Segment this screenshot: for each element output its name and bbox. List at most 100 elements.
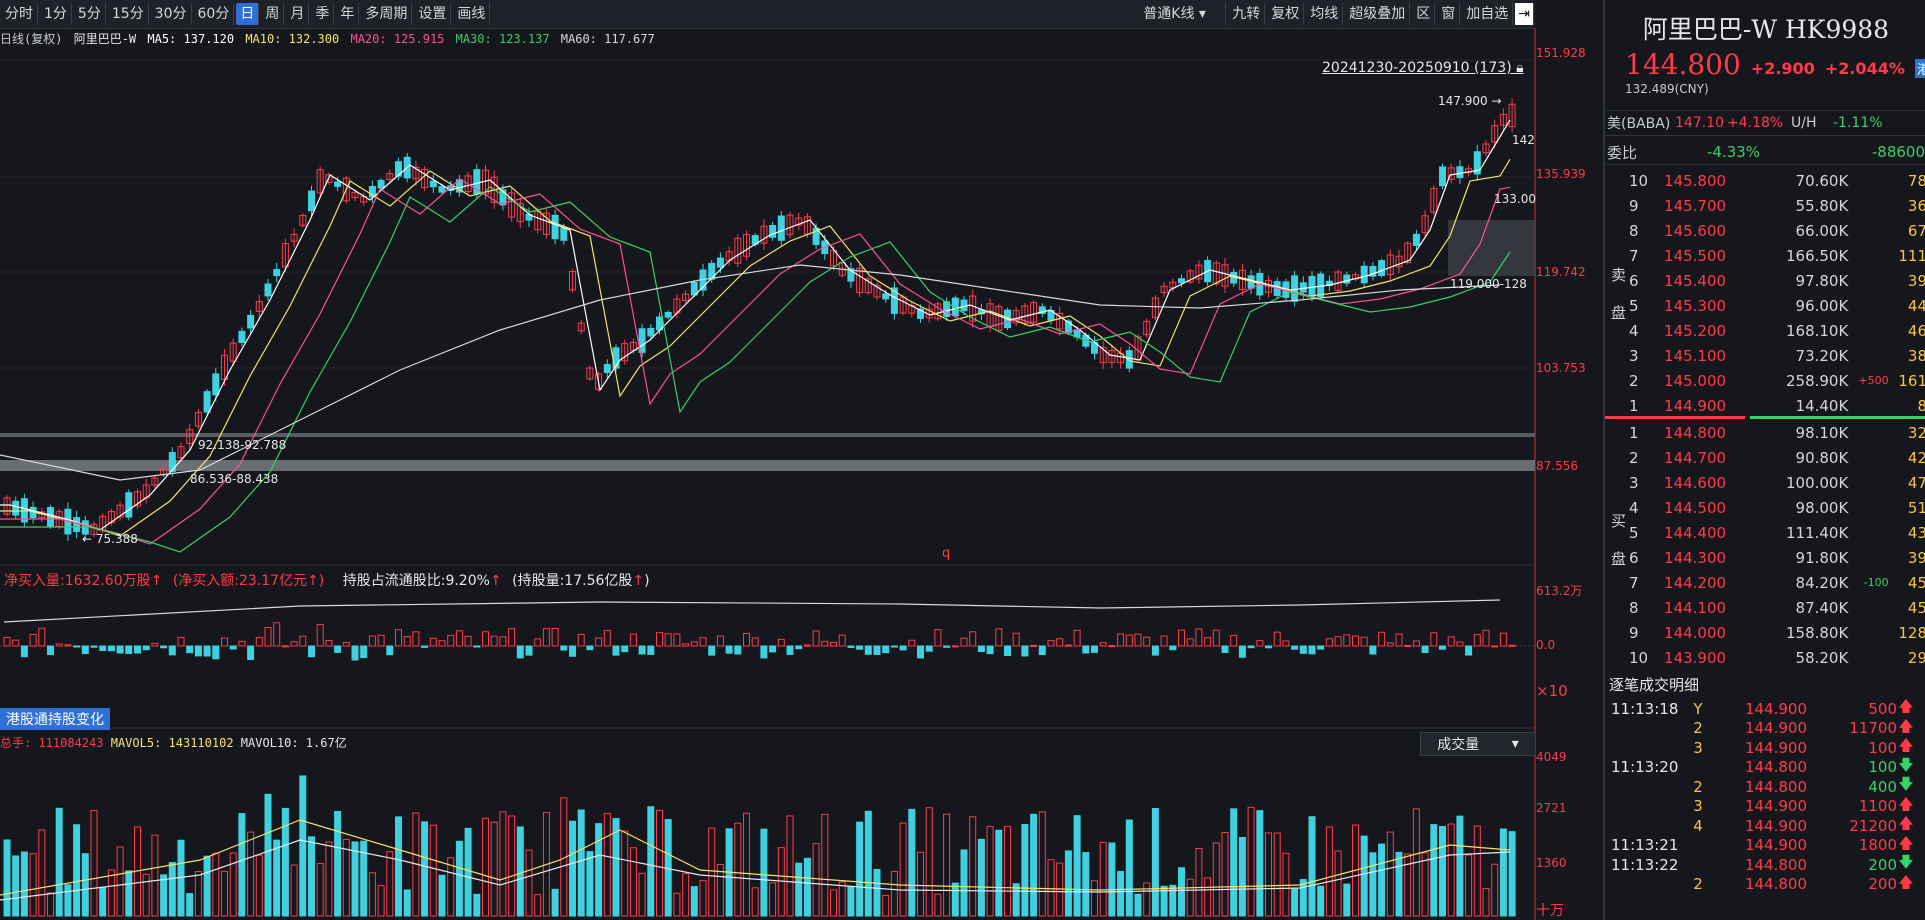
level-volume: 55.80K bbox=[1795, 196, 1849, 215]
order-book-row[interactable]: 4 144.500 98.00K 51 bbox=[1605, 495, 1925, 520]
volume-bar bbox=[656, 809, 663, 917]
order-book-row[interactable]: 9 144.000 158.80K 128 bbox=[1605, 620, 1925, 645]
flow-bar bbox=[1056, 638, 1064, 647]
flow-bar bbox=[638, 645, 646, 655]
candle bbox=[1178, 278, 1185, 284]
volume-bar bbox=[342, 838, 350, 917]
flow-bar bbox=[534, 638, 542, 647]
range-box-label: 119.000-128 bbox=[1450, 277, 1527, 291]
low-mark: ← 75.388 bbox=[82, 532, 138, 546]
order-book-row[interactable]: 6 144.300 91.80K 39 bbox=[1605, 545, 1925, 570]
tick-price: 144.900 bbox=[1744, 797, 1807, 815]
candle bbox=[647, 327, 655, 337]
flow-bar bbox=[864, 645, 872, 655]
flow-bar bbox=[873, 645, 881, 655]
order-book-row[interactable]: 8 145.600 66.00K 67 bbox=[1605, 218, 1925, 243]
hk-connect-tag[interactable]: 港股通持股变化 bbox=[0, 708, 110, 730]
flow-y-top: 613.2万 bbox=[1536, 584, 1583, 598]
level-orders: 44 bbox=[1907, 296, 1925, 315]
up-arrow-icon: ↑ bbox=[489, 573, 502, 589]
order-book-row[interactable]: 10 145.800 70.60K 78 bbox=[1605, 168, 1925, 193]
order-book-row[interactable]: 3 145.100 73.20K 38 bbox=[1605, 343, 1925, 368]
candle bbox=[1439, 166, 1446, 187]
order-book-row[interactable]: 3 144.600 100.00K 47 bbox=[1605, 470, 1925, 495]
flow-bar bbox=[629, 633, 637, 647]
order-book-row[interactable]: 5 144.400 111.40K 43 bbox=[1605, 520, 1925, 545]
flow-bar bbox=[1360, 636, 1368, 647]
volume-bar bbox=[1064, 850, 1072, 917]
level-price: 144.300 bbox=[1664, 548, 1727, 567]
order-book-row[interactable]: 2 144.700 90.80K 42 bbox=[1605, 445, 1925, 470]
flow-bar bbox=[499, 636, 507, 647]
flow-bar bbox=[421, 645, 429, 648]
flow-bar bbox=[47, 645, 54, 656]
level-orders: 51 bbox=[1907, 498, 1925, 517]
flow-bar bbox=[38, 627, 46, 647]
order-book-row[interactable]: 1 144.800 98.10K 32 bbox=[1605, 420, 1925, 445]
buy-label-2: 盘 bbox=[1611, 550, 1627, 568]
volume-bar bbox=[1117, 870, 1125, 917]
tick-seq: 4 bbox=[1693, 816, 1703, 835]
chart-area[interactable]: 分时 1分 5分 15分 30分 60分日周月季年多周期 设置 画线 普通K线 ▾ 九转 复权均… bbox=[0, 0, 1602, 920]
flow-bar bbox=[925, 645, 933, 652]
mavol5-line bbox=[0, 819, 1511, 896]
flow-bar bbox=[281, 645, 289, 648]
level-orders: 47 bbox=[1907, 473, 1925, 492]
order-book-row[interactable]: 6 145.400 97.80K 39 bbox=[1605, 268, 1925, 293]
order-book-row[interactable]: 10 143.900 58.20K 29 bbox=[1605, 645, 1925, 670]
order-book-row[interactable]: 1 144.900 14.40K 8 bbox=[1605, 393, 1925, 418]
level-price: 144.500 bbox=[1664, 498, 1727, 517]
volume-bar bbox=[969, 816, 977, 917]
level-price: 144.400 bbox=[1664, 523, 1727, 542]
flow-bar bbox=[1082, 645, 1090, 654]
wb-pct: -4.33% bbox=[1707, 143, 1761, 161]
flow-bar bbox=[1204, 637, 1212, 647]
level-price: 143.900 bbox=[1664, 648, 1727, 667]
candle bbox=[716, 257, 724, 268]
price-change: +2.900 bbox=[1750, 59, 1815, 78]
volume-bar bbox=[847, 885, 855, 917]
volume-bar bbox=[482, 817, 489, 917]
order-book-row[interactable]: 9 145.700 55.80K 36 bbox=[1605, 193, 1925, 218]
indicator-selector[interactable]: 成交量 ▾ bbox=[1420, 732, 1536, 756]
flow-bar bbox=[1369, 645, 1377, 655]
flow-bar bbox=[395, 629, 402, 647]
flow-bar bbox=[716, 635, 724, 647]
volume-bar bbox=[160, 874, 168, 917]
flow-bar bbox=[1004, 645, 1011, 657]
flow-bar bbox=[1395, 633, 1403, 647]
volume-bar bbox=[1386, 831, 1394, 917]
flow-bar bbox=[1117, 633, 1125, 647]
order-book-row[interactable]: 4 145.200 168.10K 46 bbox=[1605, 318, 1925, 343]
flow-bar bbox=[1143, 636, 1151, 647]
volume-bar bbox=[760, 828, 768, 917]
order-book-row[interactable]: 7 144.200 84.20K -100 45 bbox=[1605, 570, 1925, 595]
flow-bar bbox=[12, 639, 20, 647]
level-orders: 32 bbox=[1907, 423, 1925, 442]
flow-bar bbox=[1465, 645, 1473, 656]
order-book-row[interactable]: 2 145.000 258.90K +500 161 bbox=[1605, 368, 1925, 393]
flow-bar bbox=[134, 645, 141, 654]
order-book-row[interactable]: 7 145.500 166.50K 111 bbox=[1605, 243, 1925, 268]
volume-bar bbox=[1247, 806, 1255, 917]
flow-bar bbox=[377, 634, 385, 647]
order-book-row[interactable]: 8 144.100 87.40K 45 bbox=[1605, 595, 1925, 620]
candle bbox=[429, 180, 437, 188]
flow-bar bbox=[525, 645, 533, 656]
volume-bar bbox=[908, 808, 916, 917]
volume-bar bbox=[864, 810, 872, 917]
level-change: -100 bbox=[1863, 576, 1889, 589]
candle bbox=[238, 330, 246, 343]
level-orders: 43 bbox=[1907, 523, 1925, 542]
flow-bar bbox=[751, 637, 759, 647]
kline-chart[interactable] bbox=[0, 0, 1602, 920]
vol-y-unit: 十万 bbox=[1536, 903, 1564, 919]
volume-bar bbox=[682, 873, 690, 917]
ask-book: 10 145.800 70.60K 78 9 145.700 55.80K 36 8 145.60… bbox=[1605, 168, 1925, 418]
order-book-row[interactable]: 5 145.300 96.00K 44 bbox=[1605, 293, 1925, 318]
date-range-label[interactable]: 20241230-20250910 (173) 🔒︎ bbox=[1322, 60, 1524, 76]
flow-bar bbox=[951, 645, 959, 648]
flow-bar bbox=[977, 645, 985, 652]
volume-bar bbox=[1473, 825, 1481, 917]
tick-price: 144.900 bbox=[1744, 738, 1807, 757]
